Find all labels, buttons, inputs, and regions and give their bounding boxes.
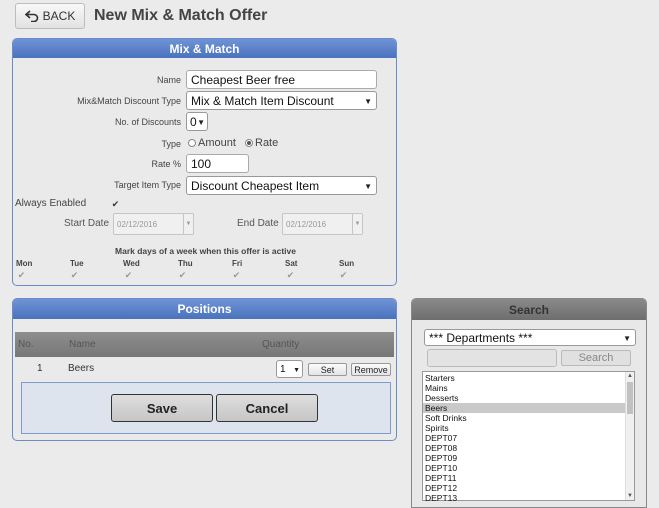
chevron-down-icon: ▼: [197, 118, 205, 127]
quantity-value: 1: [280, 364, 286, 375]
day-checkbox-wed[interactable]: ✔: [124, 271, 133, 280]
search-button[interactable]: Search: [561, 350, 631, 366]
always-enabled-label: Always Enabled: [15, 198, 87, 209]
end-date-input[interactable]: 02/12/2016 ▼: [282, 213, 363, 235]
day-label-sat: Sat: [285, 259, 298, 268]
list-item[interactable]: DEPT10: [423, 463, 625, 473]
rate-label: Rate %: [151, 159, 181, 169]
discount-type-select[interactable]: Mix & Match Item Discount ▼: [186, 91, 377, 110]
num-discounts-select[interactable]: 0 ▼: [186, 112, 208, 131]
type-label: Type: [161, 139, 181, 149]
cancel-button[interactable]: Cancel: [216, 394, 318, 422]
rate-input[interactable]: 100: [186, 154, 249, 173]
days-heading: Mark days of a week when this offer is a…: [115, 246, 296, 256]
positions-panel: Positions No. Name Quantity 1 Beers 1 ▼ …: [12, 298, 397, 441]
always-enabled-checkbox[interactable]: ✔: [111, 200, 120, 209]
day-label-thu: Thu: [178, 259, 193, 268]
chevron-down-icon: ▼: [623, 334, 631, 343]
day-label-mon: Mon: [16, 259, 33, 268]
day-checkbox-fri[interactable]: ✔: [232, 271, 241, 280]
day-checkbox-tue[interactable]: ✔: [70, 271, 79, 280]
list-item[interactable]: Soft Drinks: [423, 413, 625, 423]
row-name: Beers: [68, 363, 95, 374]
positions-heading: Positions: [13, 299, 396, 319]
end-date-label: End Date: [237, 218, 279, 229]
page-title: New Mix & Match Offer: [94, 7, 268, 24]
top-bar: BACK New Mix & Match Offer: [0, 0, 659, 34]
list-item[interactable]: Starters: [423, 373, 625, 383]
mix-match-panel: Mix & Match Name Cheapest Beer free Mix&…: [12, 38, 397, 286]
day-checkbox-thu[interactable]: ✔: [178, 271, 187, 280]
list-item[interactable]: Mains: [423, 383, 625, 393]
list-item[interactable]: DEPT07: [423, 433, 625, 443]
search-results-list[interactable]: Starters Mains Desserts Beers Soft Drink…: [422, 371, 635, 503]
list-items: Starters Mains Desserts Beers Soft Drink…: [423, 373, 625, 503]
list-item[interactable]: Desserts: [423, 393, 625, 403]
discount-type-value: Mix & Match Item Discount: [191, 94, 334, 108]
save-button[interactable]: Save: [111, 394, 213, 422]
target-type-label: Target Item Type: [114, 180, 181, 190]
back-label: BACK: [42, 9, 76, 23]
target-type-value: Discount Cheapest Item: [191, 179, 320, 193]
col-no: No.: [18, 339, 34, 350]
back-button[interactable]: BACK: [15, 3, 85, 29]
name-input[interactable]: Cheapest Beer free: [186, 70, 377, 89]
type-amount-label: Amount: [198, 137, 236, 149]
type-radio-amount[interactable]: Amount: [188, 137, 236, 149]
search-heading: Search: [412, 299, 646, 320]
chevron-down-icon: ▼: [293, 367, 300, 374]
scrollbar-thumb[interactable]: [627, 382, 633, 414]
start-date-value: 02/12/2016: [117, 220, 158, 229]
list-item[interactable]: DEPT09: [423, 453, 625, 463]
list-item-selected[interactable]: Beers: [423, 403, 625, 413]
positions-table-header: No. Name Quantity: [15, 332, 394, 357]
list-item[interactable]: DEPT11: [423, 473, 625, 483]
end-date-value: 02/12/2016: [286, 220, 327, 229]
list-scrollbar[interactable]: ▲ ▼: [625, 372, 634, 500]
start-date-input[interactable]: 02/12/2016 ▼: [113, 213, 194, 235]
day-label-fri: Fri: [232, 259, 243, 268]
search-panel: Search *** Departments *** ▼ Search Star…: [411, 298, 647, 508]
department-select[interactable]: *** Departments *** ▼: [424, 329, 636, 346]
scroll-down-icon[interactable]: ▼: [627, 493, 633, 499]
day-label-tue: Tue: [70, 259, 84, 268]
type-rate-label: Rate: [255, 137, 279, 149]
name-label: Name: [156, 75, 181, 85]
actions-area: Save Cancel: [21, 382, 391, 434]
day-checkbox-sun[interactable]: ✔: [339, 271, 348, 280]
quantity-select[interactable]: 1 ▼: [276, 360, 303, 378]
col-name: Name: [69, 339, 96, 350]
day-checkbox-sat[interactable]: ✔: [286, 271, 295, 280]
search-input[interactable]: [427, 349, 557, 367]
num-discounts-value: 0: [190, 115, 197, 129]
radio-amount-icon: [188, 139, 196, 148]
col-quantity: Quantity: [262, 339, 300, 350]
scroll-up-icon[interactable]: ▲: [627, 373, 633, 379]
mix-match-heading: Mix & Match: [13, 39, 396, 58]
start-date-label: Start Date: [64, 218, 110, 229]
list-item[interactable]: DEPT08: [423, 443, 625, 453]
row-no: 1: [37, 363, 43, 374]
discount-type-label: Mix&Match Discount Type: [77, 96, 181, 106]
radio-rate-icon: [245, 139, 253, 148]
day-label-sun: Sun: [339, 259, 355, 268]
back-arrow-icon: [24, 10, 38, 22]
num-discounts-label: No. of Discounts: [114, 117, 181, 127]
type-radio-rate[interactable]: Rate: [245, 137, 278, 149]
remove-button[interactable]: Remove: [351, 363, 391, 376]
set-button[interactable]: Set: [308, 363, 347, 376]
chevron-down-icon: ▼: [364, 182, 372, 191]
table-row: 1 Beers 1 ▼ Set Remove: [15, 357, 394, 381]
department-value: *** Departments ***: [429, 331, 533, 345]
chevron-down-icon: ▼: [364, 97, 372, 106]
list-item[interactable]: DEPT12: [423, 483, 625, 493]
chevron-down-icon: ▼: [352, 214, 362, 234]
list-item[interactable]: DEPT13: [423, 493, 625, 503]
day-checkbox-mon[interactable]: ✔: [17, 271, 26, 280]
list-item[interactable]: Spirits: [423, 423, 625, 433]
target-type-select[interactable]: Discount Cheapest Item ▼: [186, 176, 377, 195]
day-label-wed: Wed: [123, 259, 140, 268]
chevron-down-icon: ▼: [183, 214, 193, 234]
